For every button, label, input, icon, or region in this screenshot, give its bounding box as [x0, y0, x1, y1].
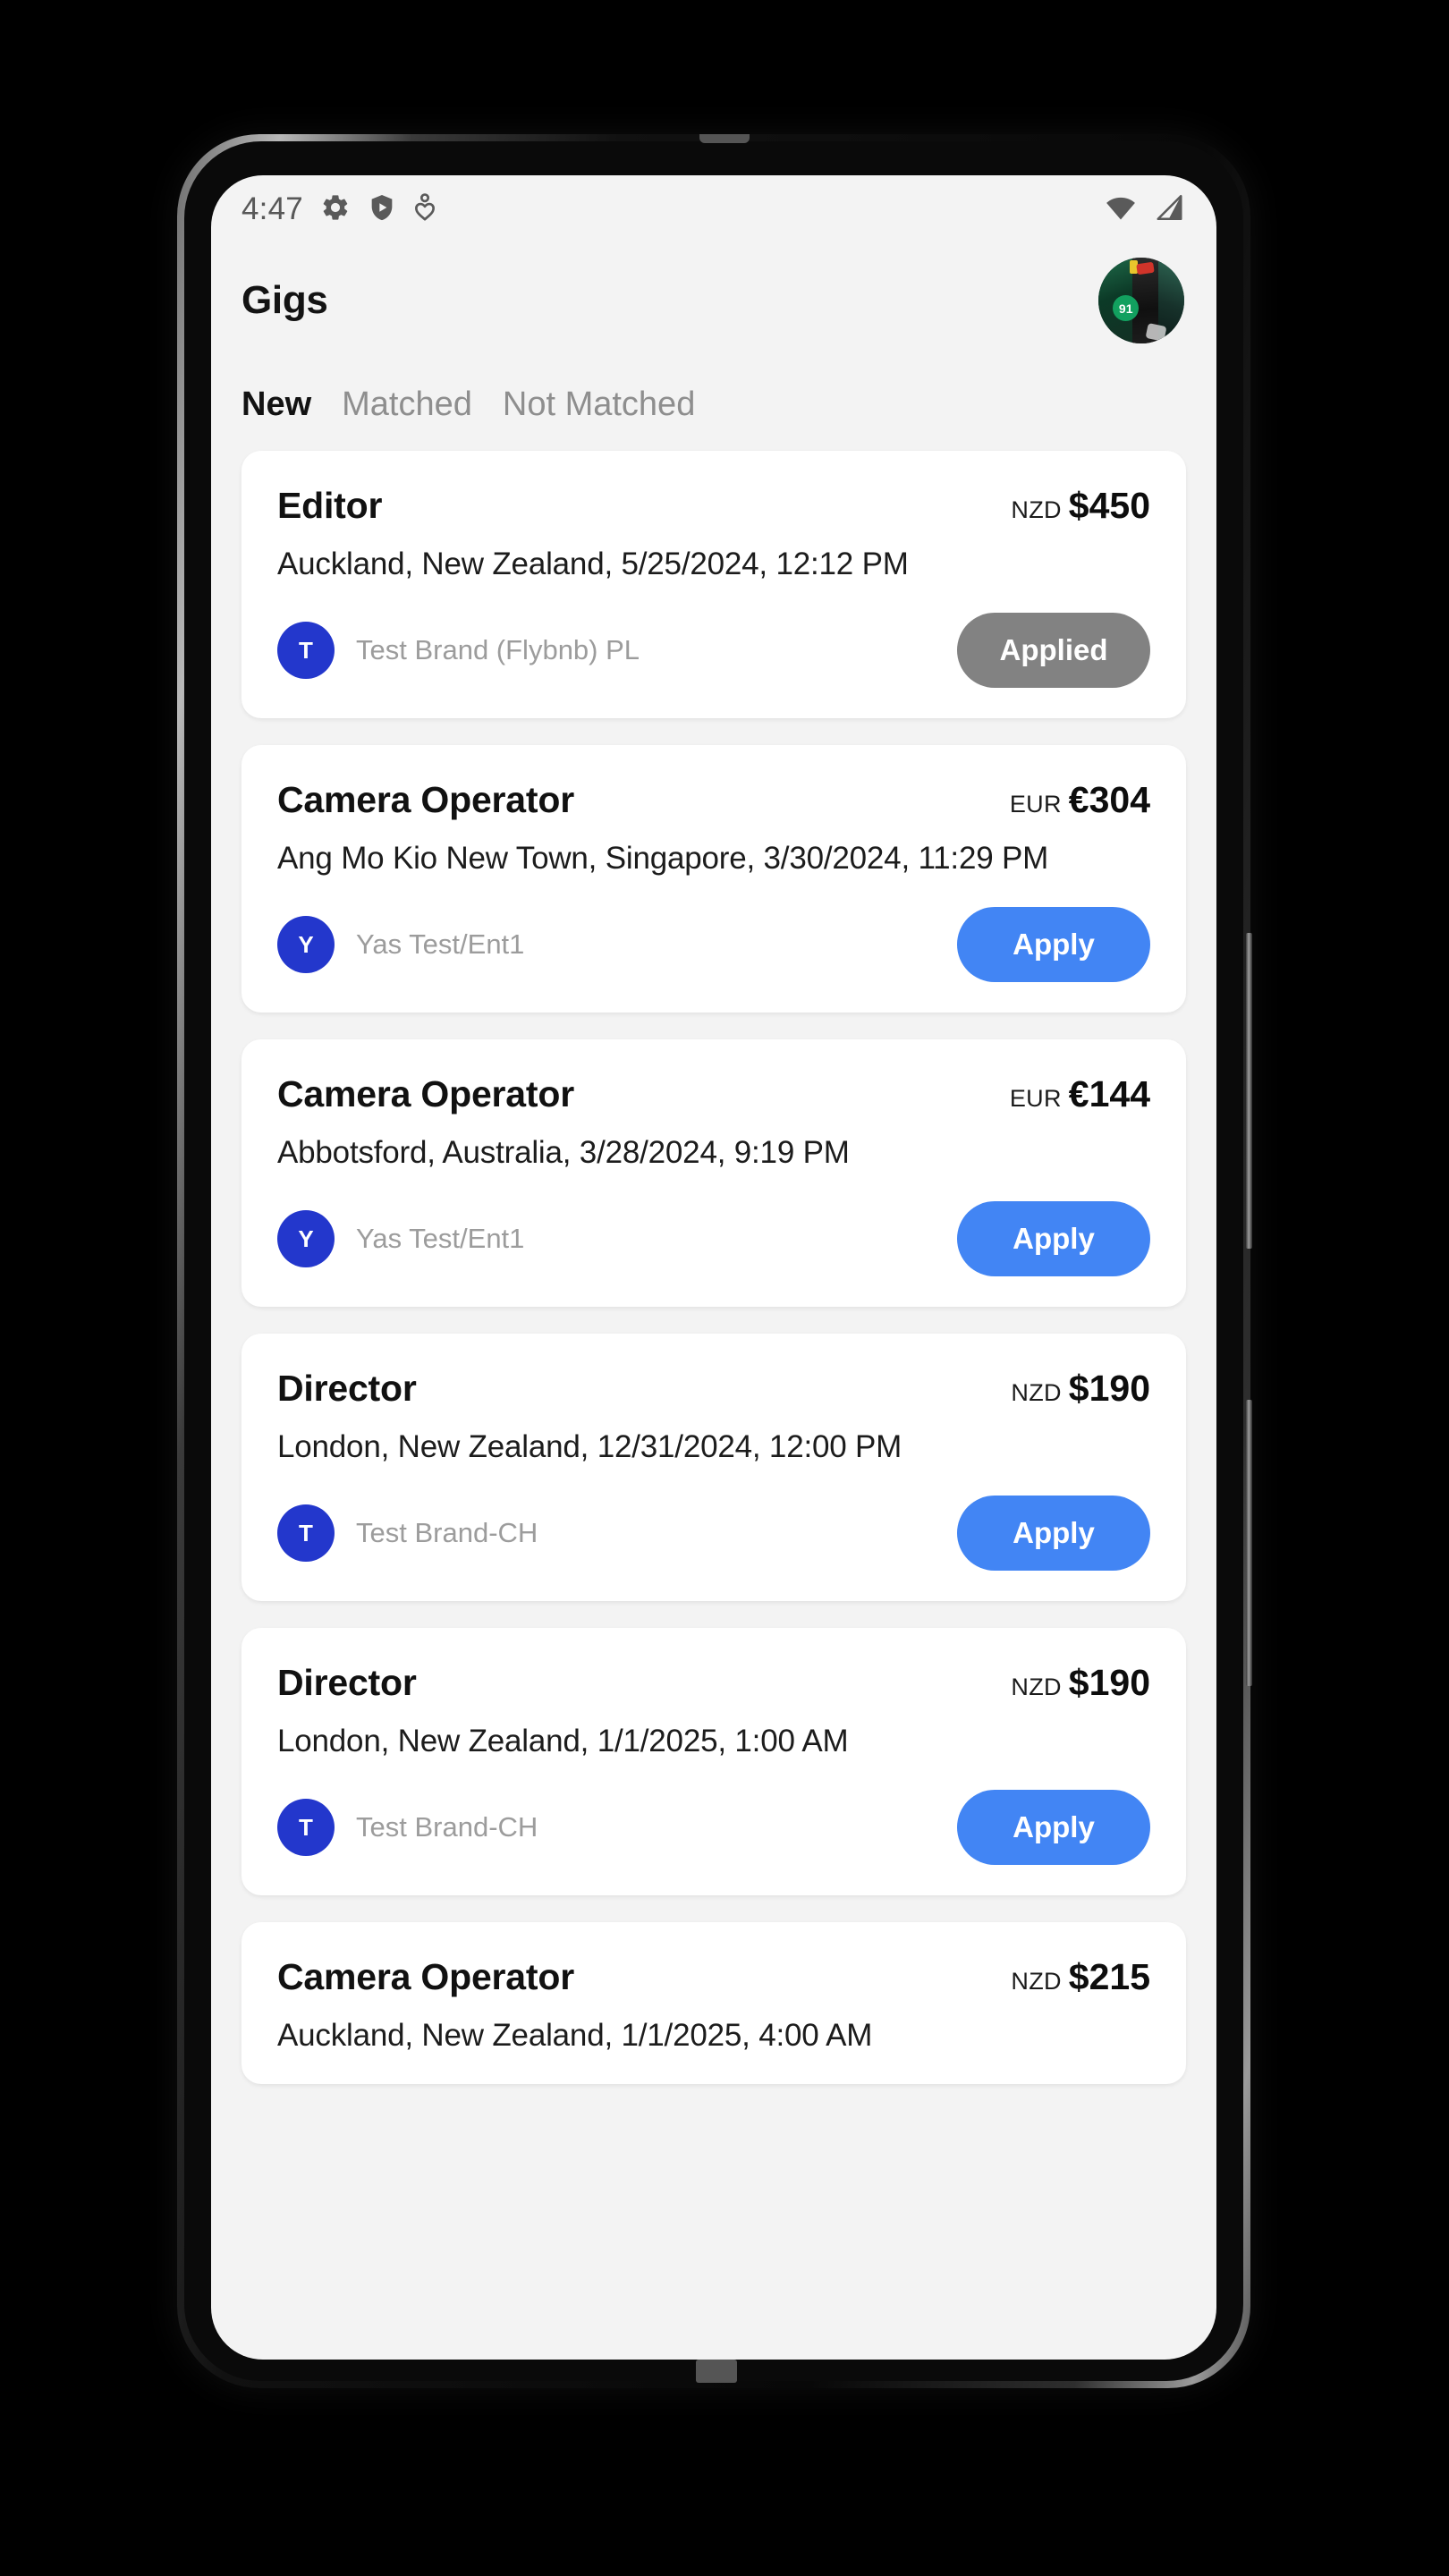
gig-currency: EUR: [1009, 1085, 1062, 1112]
gig-amount: $190: [1068, 1662, 1150, 1703]
status-bar-right: [1104, 194, 1184, 225]
brand-name: Yas Test/Ent1: [356, 1223, 525, 1254]
cell-signal-icon: [1152, 194, 1184, 225]
tab-not-matched[interactable]: Not Matched: [503, 386, 695, 424]
gig-title: Camera Operator: [277, 1073, 574, 1114]
gig-meta: London, New Zealand, 12/31/2024, 12:00 P…: [277, 1429, 902, 1464]
brand-name: Yas Test/Ent1: [356, 928, 525, 960]
brand-avatar: Y: [277, 1210, 335, 1267]
gig-currency: EUR: [1009, 791, 1062, 818]
apply-button[interactable]: Apply: [957, 907, 1150, 982]
gig-currency: NZD: [1011, 496, 1062, 523]
gig-card-footer: Y Yas Test/Ent1 Apply: [277, 1201, 1150, 1276]
applied-button[interactable]: Applied: [957, 613, 1150, 688]
gig-title: Camera Operator: [277, 1956, 574, 1997]
screenshot-stage: 4:47 Gigs 91 New Matched Not Matched Edi…: [0, 0, 1449, 2576]
bottom-port: [696, 2360, 737, 2383]
gig-card-header: Editor NZD $450: [277, 485, 1150, 527]
gig-card-header: Director NZD $190: [277, 1662, 1150, 1704]
tab-bar: New Matched Not Matched: [211, 358, 1216, 451]
brand-name: Test Brand (Flybnb) PL: [356, 634, 640, 665]
gig-amount: $190: [1068, 1368, 1150, 1409]
gig-currency: NZD: [1011, 1674, 1062, 1700]
gig-card-header: Camera Operator EUR €144: [277, 1073, 1150, 1115]
gig-title: Director: [277, 1368, 417, 1409]
gig-title: Camera Operator: [277, 779, 574, 820]
gig-card-header: Director NZD $190: [277, 1368, 1150, 1410]
gig-meta: Abbotsford, Australia, 3/28/2024, 9:19 P…: [277, 1135, 850, 1170]
avatar-badge: 91: [1113, 295, 1140, 322]
gig-meta: London, New Zealand, 1/1/2025, 1:00 AM: [277, 1724, 849, 1758]
gig-pay: NZD $450: [1011, 485, 1150, 527]
apply-button[interactable]: Apply: [957, 1201, 1150, 1276]
brand-avatar: T: [277, 1799, 335, 1856]
gig-pay: EUR €304: [1010, 779, 1150, 821]
brand-avatar: T: [277, 1504, 335, 1562]
app-header: Gigs 91: [211, 243, 1216, 358]
page-title: Gigs: [242, 278, 328, 322]
status-bar-left: 4:47: [242, 191, 436, 227]
gig-card-footer: T Test Brand (Flybnb) PL Applied: [277, 613, 1150, 688]
wifi-icon: [1104, 194, 1138, 225]
gig-card[interactable]: Camera Operator EUR €144 Abbotsford, Aus…: [242, 1039, 1186, 1307]
earpiece-speaker: [699, 134, 750, 143]
gig-card[interactable]: Camera Operator EUR €304 Ang Mo Kio New …: [242, 745, 1186, 1013]
brand-name: Test Brand-CH: [356, 1811, 538, 1843]
gig-card[interactable]: Camera Operator NZD $215 Auckland, New Z…: [242, 1922, 1186, 2084]
gig-card-header: Camera Operator NZD $215: [277, 1956, 1150, 1998]
gig-card[interactable]: Editor NZD $450 Auckland, New Zealand, 5…: [242, 451, 1186, 718]
tab-matched[interactable]: Matched: [342, 386, 472, 424]
gig-currency: NZD: [1011, 1379, 1062, 1406]
gig-card-header: Camera Operator EUR €304: [277, 779, 1150, 821]
gig-amount: $215: [1068, 1956, 1150, 1997]
gig-pay: NZD $190: [1011, 1368, 1150, 1410]
gig-title: Director: [277, 1662, 417, 1703]
gig-pay: EUR €144: [1010, 1073, 1150, 1115]
gig-card[interactable]: Director NZD $190 London, New Zealand, 1…: [242, 1628, 1186, 1895]
gig-pay: NZD $215: [1011, 1956, 1150, 1998]
gig-card-footer: Y Yas Test/Ent1 Apply: [277, 907, 1150, 982]
gig-meta: Ang Mo Kio New Town, Singapore, 3/30/202…: [277, 841, 1049, 876]
power-button[interactable]: [1246, 1400, 1252, 1686]
gear-icon: [320, 192, 351, 227]
gig-card[interactable]: Director NZD $190 London, New Zealand, 1…: [242, 1334, 1186, 1601]
gig-card-footer: T Test Brand-CH Apply: [277, 1496, 1150, 1571]
gig-currency: NZD: [1011, 1968, 1062, 1995]
gig-meta: Auckland, New Zealand, 5/25/2024, 12:12 …: [277, 547, 909, 581]
status-bar: 4:47: [211, 175, 1216, 243]
gig-amount: $450: [1068, 485, 1150, 526]
gig-amount: €304: [1068, 779, 1150, 820]
tab-new[interactable]: New: [242, 386, 311, 424]
gig-pay: NZD $190: [1011, 1662, 1150, 1704]
brand-avatar: Y: [277, 916, 335, 973]
gig-card-footer: T Test Brand-CH Apply: [277, 1790, 1150, 1865]
gig-title: Editor: [277, 485, 383, 526]
avatar[interactable]: 91: [1098, 258, 1184, 343]
volume-button[interactable]: [1246, 933, 1252, 1249]
apply-button[interactable]: Apply: [957, 1496, 1150, 1571]
gig-amount: €144: [1068, 1073, 1150, 1114]
play-shield-icon: [368, 192, 396, 227]
brand-name: Test Brand-CH: [356, 1517, 538, 1548]
brand-avatar: T: [277, 622, 335, 679]
phone-screen: 4:47 Gigs 91 New Matched Not Matched Edi…: [211, 175, 1216, 2360]
heart-person-icon: [413, 192, 436, 227]
gig-list: Editor NZD $450 Auckland, New Zealand, 5…: [211, 451, 1216, 2084]
status-bar-clock: 4:47: [242, 191, 303, 226]
apply-button[interactable]: Apply: [957, 1790, 1150, 1865]
gig-meta: Auckland, New Zealand, 1/1/2025, 4:00 AM: [277, 2018, 873, 2053]
